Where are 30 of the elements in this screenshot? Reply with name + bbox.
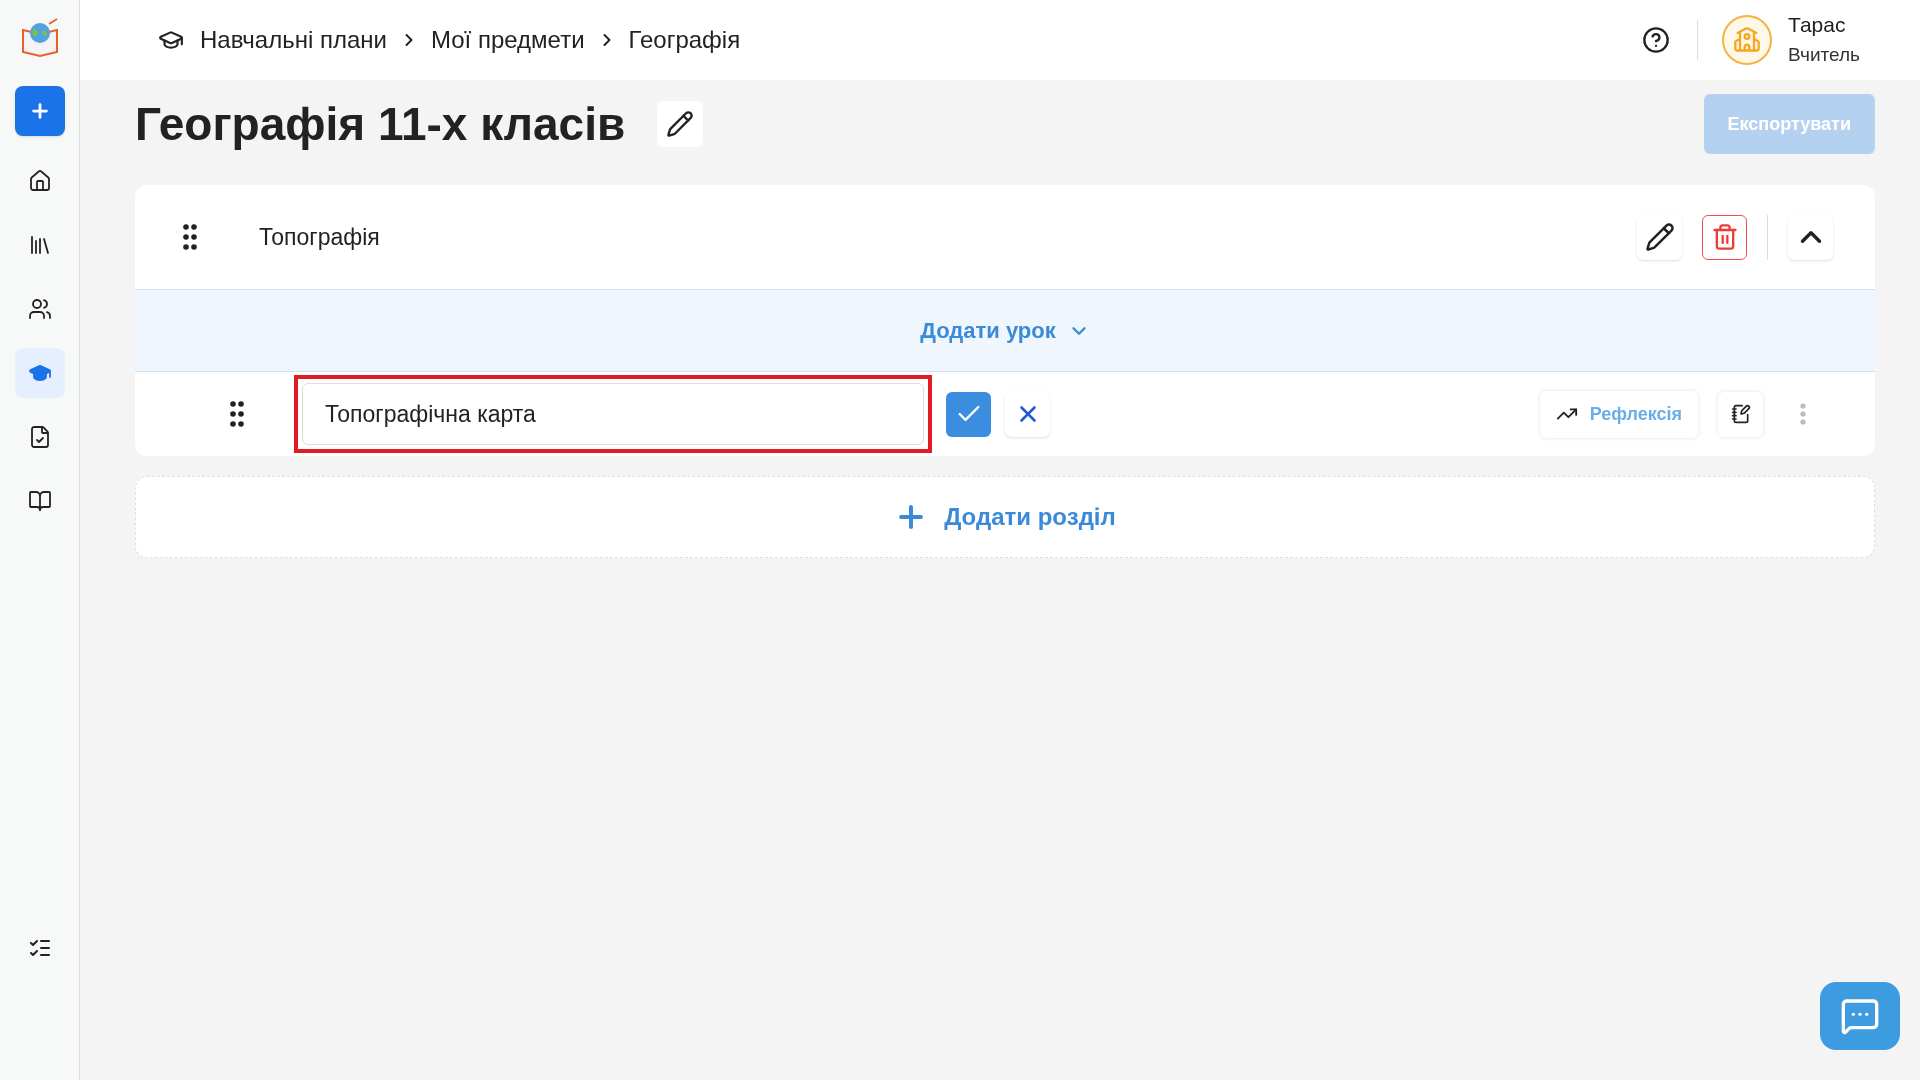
delete-section-button[interactable]	[1702, 214, 1747, 260]
drag-handle-icon[interactable]	[183, 224, 197, 250]
help-icon	[1642, 26, 1671, 54]
user-role: Вчитель	[1788, 43, 1860, 67]
breadcrumb-link[interactable]: Мої предмети	[431, 22, 585, 58]
pencil-icon	[666, 110, 695, 138]
collapse-button[interactable]	[1788, 214, 1833, 260]
book-icon	[27, 489, 52, 513]
drag-handle-icon[interactable]	[230, 401, 244, 427]
more-icon	[1800, 403, 1806, 425]
edit-title-button[interactable]	[657, 101, 704, 147]
confirm-button[interactable]	[946, 391, 991, 437]
chat-button[interactable]	[1820, 982, 1900, 1050]
section-title: Топографія	[259, 222, 380, 252]
user-name: Тарас	[1788, 12, 1847, 38]
breadcrumb-link[interactable]: Навчальні плани	[200, 22, 387, 58]
pencil-icon	[1644, 222, 1675, 252]
lesson-name-field[interactable]: Топографічна карта	[294, 375, 932, 453]
notes-pencil-icon	[1730, 404, 1751, 424]
cancel-button[interactable]	[1005, 391, 1050, 437]
users-icon	[27, 297, 52, 321]
breadcrumb-link[interactable]: Географія	[628, 22, 741, 58]
trash-icon	[1710, 223, 1739, 251]
home-icon	[27, 169, 52, 193]
school-icon	[1733, 26, 1762, 54]
edit-section-button[interactable]	[1637, 214, 1682, 260]
chat-bubble-icon	[1840, 996, 1880, 1036]
add-section-button[interactable]: Додати розділ	[135, 476, 1875, 558]
notes-button[interactable]	[1718, 391, 1763, 437]
page-title: Географія 11-х класів	[135, 96, 626, 152]
